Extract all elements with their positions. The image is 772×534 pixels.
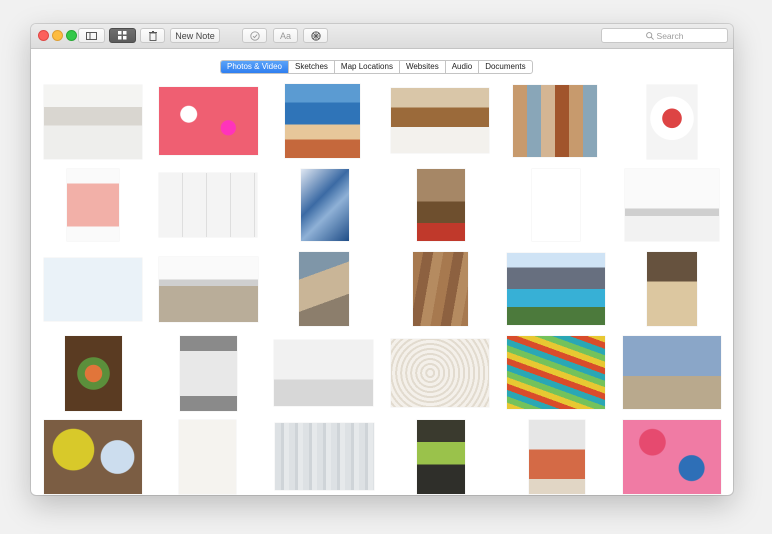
attachment-thumbnail-lace-fabric[interactable] [391, 339, 489, 407]
attachment-thumbnail-cupcakes[interactable] [159, 87, 258, 155]
attachment-thumbnail-kitchen[interactable] [44, 85, 142, 159]
attachment-thumbnail-vintage-trailer[interactable] [623, 336, 721, 409]
delete-button[interactable] [140, 28, 165, 43]
tab-websites[interactable]: Websites [398, 61, 445, 73]
attachment-thumbnail-burger-and-fries[interactable] [391, 88, 489, 153]
search-icon [645, 31, 654, 40]
attachment-thumbnail-lemonade-pitcher[interactable] [67, 169, 119, 241]
attachment-thumbnail-fabric-tags[interactable] [179, 420, 236, 494]
attachment-thumbnail-vegetable-platter[interactable] [65, 336, 122, 411]
attachment-thumbnail-weathered-wood[interactable] [275, 423, 374, 490]
attachment-thumbnail-kitchen-utensils[interactable] [274, 340, 373, 406]
tab-documents[interactable]: Documents [478, 61, 531, 73]
attachment-thumbnail-harbor-town[interactable] [285, 84, 360, 158]
attachment-thumbnail-green-smoothie[interactable] [417, 420, 465, 494]
attachment-thumbnail-ceramic-vases[interactable] [44, 420, 142, 494]
attachment-thumbnail-blue-fabric[interactable] [301, 169, 349, 241]
tab-photos-video[interactable]: Photos & Video [221, 61, 289, 73]
attachment-thumbnail-floral-tablecloth[interactable] [623, 420, 721, 494]
attachment-thumbnail-kitchen-sink[interactable] [625, 169, 719, 241]
attachment-thumbnail-kitchen-counter[interactable] [159, 257, 258, 322]
checkmark-icon [249, 30, 260, 41]
attachment-thumbnail-tomato-plate[interactable] [647, 85, 697, 159]
attachment-thumbnail-macarons[interactable] [647, 252, 697, 326]
attachment-thumbnail-colorful-ropes[interactable] [507, 336, 605, 409]
new-note-button[interactable]: New Note [170, 28, 220, 43]
checklist-button[interactable] [242, 28, 267, 43]
tab-audio[interactable]: Audio [444, 61, 478, 73]
attachment-category-tabs: Photos & Video Sketches Map Locations We… [220, 60, 533, 74]
grid-icon [118, 31, 127, 40]
attachment-thumbnail-drink-bottle[interactable] [529, 420, 585, 494]
attachment-thumbnail-paint-swatches[interactable] [513, 85, 597, 157]
gallery-view-button[interactable] [109, 28, 136, 43]
attachment-thumbnail-mountain-lake[interactable] [507, 253, 605, 325]
tab-map-locations[interactable]: Map Locations [333, 61, 399, 73]
sidebar-icon [86, 31, 97, 40]
attachment-thumbnail-white-tiles[interactable] [159, 173, 257, 237]
attachment-thumbnail-fabric-samples[interactable] [299, 252, 349, 326]
search-field[interactable]: Search [601, 28, 728, 43]
table-icon [310, 30, 321, 41]
zoom-button[interactable] [66, 30, 77, 41]
sidebar-toggle-button[interactable] [78, 28, 105, 43]
attachment-thumbnail-paper-bunting[interactable] [44, 258, 142, 321]
tab-sketches[interactable]: Sketches [288, 61, 334, 73]
title-bar: New Note Aa Search [31, 24, 733, 49]
attachment-thumbnail-paintbrushes-in-mug[interactable] [417, 169, 465, 241]
trash-icon [148, 30, 157, 41]
format-button[interactable]: Aa [273, 28, 298, 43]
attachment-thumbnail-wooden-spoons[interactable] [532, 169, 580, 241]
notes-window: New Note Aa Search Photos & Video Sketch… [31, 24, 733, 495]
attachment-thumbnail-wood-planks[interactable] [413, 252, 468, 326]
search-placeholder: Search [656, 30, 684, 41]
minimize-button[interactable] [52, 30, 63, 41]
close-button[interactable] [38, 30, 49, 41]
attachment-thumbnail-window[interactable] [180, 336, 237, 411]
table-button[interactable] [303, 28, 328, 43]
